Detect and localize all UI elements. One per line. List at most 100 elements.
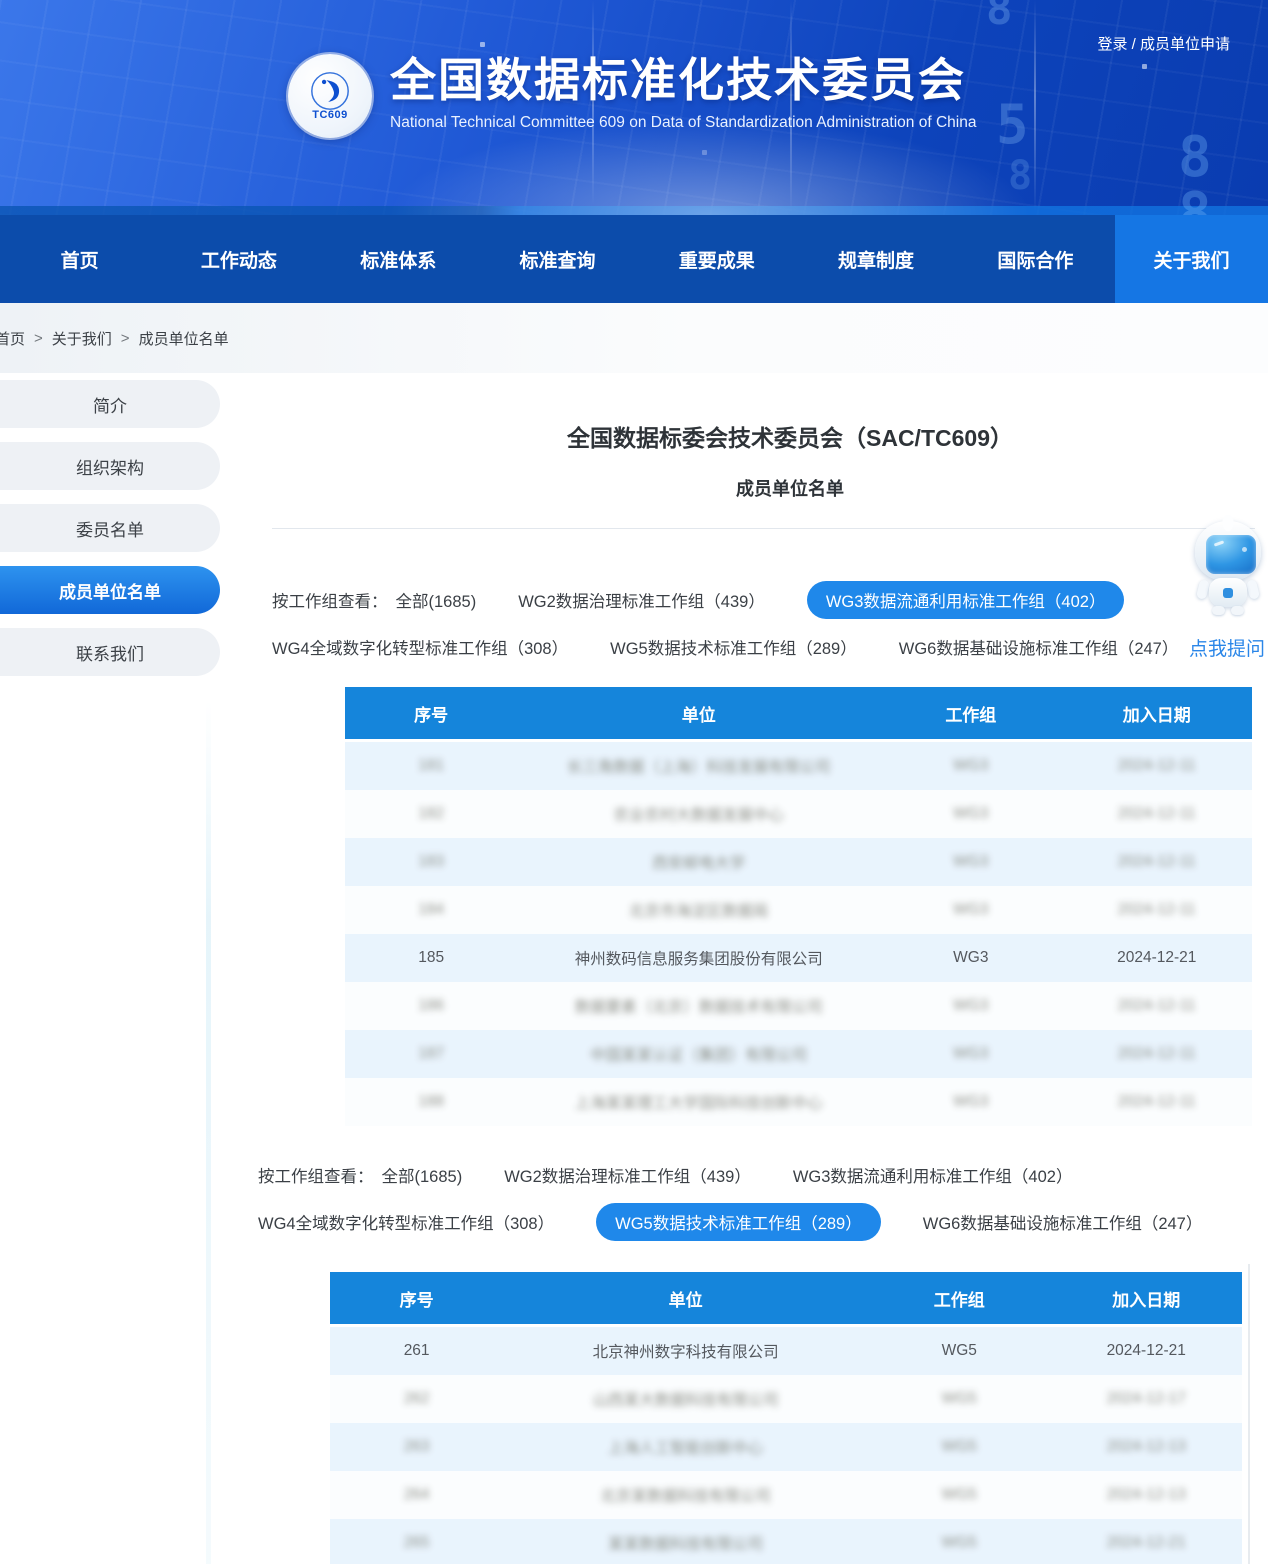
filter-option[interactable]: 全部(1685)	[396, 588, 477, 612]
assistant-robot[interactable]	[1192, 514, 1264, 616]
cell-date: 2024-12-11	[1062, 982, 1252, 1030]
robot-foot-icon	[1212, 606, 1225, 615]
nav-item-6[interactable]: 国际合作	[956, 215, 1115, 303]
cell-no: 185	[345, 934, 517, 982]
table-row: 188上海某某理工大学国际科技创新中心WG32024-12-11	[345, 1078, 1252, 1126]
cell-unit: 数据要素（北京）数据技术有限公司	[517, 982, 880, 1030]
cell-group: WG3	[880, 886, 1061, 934]
banner-bottom-strip	[0, 206, 1268, 215]
nav-item-4[interactable]: 重要成果	[637, 215, 796, 303]
cell-date: 2024-12-11	[1062, 790, 1252, 838]
table-right-border	[1248, 1264, 1250, 1564]
sidebar-item-4[interactable]: 联系我们	[0, 628, 220, 676]
site-brand[interactable]: TC609 全国数据标准化技术委员会 National Technical Co…	[288, 54, 976, 138]
breadcrumb-separator: >	[34, 330, 43, 347]
table-row: 264北京某数据科技有限公司WG52024-12-13	[330, 1471, 1242, 1519]
cell-date: 2024-12-21	[1050, 1519, 1242, 1564]
banner-decor-digit: 8 8	[1178, 130, 1268, 215]
cell-group: WG5	[868, 1471, 1050, 1519]
cell-unit: 上海某某理工大学国际科技创新中心	[517, 1078, 880, 1126]
tc609-logo: TC609	[288, 54, 372, 138]
robot-arm-icon	[1196, 579, 1210, 600]
breadcrumb-item-1[interactable]: 关于我们	[52, 328, 112, 349]
banner-decor-dot	[480, 42, 485, 47]
filter-option-active[interactable]: WG3数据流通利用标准工作组（402）	[807, 581, 1125, 619]
cell-date: 2024-12-17	[1050, 1375, 1242, 1423]
nav-item-5[interactable]: 规章制度	[796, 215, 955, 303]
workgroup-filter-2: 按工作组查看：全部(1685)WG2数据治理标准工作组（439）WG3数据流通利…	[258, 1158, 1202, 1239]
breadcrumb-item-2: 成员单位名单	[139, 328, 229, 349]
banner-decor-digit: 5	[996, 98, 1029, 152]
banner-decor-digit: 8	[1008, 156, 1032, 196]
cell-unit: 北京某数据科技有限公司	[503, 1471, 868, 1519]
table-row: 185神州数码信息服务集团股份有限公司WG32024-12-21	[345, 934, 1252, 982]
table-row: 186数据要素（北京）数据技术有限公司WG32024-12-11	[345, 982, 1252, 1030]
logo-emblem-icon	[307, 71, 353, 111]
sidebar-decor-strip	[206, 700, 211, 1564]
site-subtitle-en: National Technical Committee 609 on Data…	[390, 114, 976, 132]
assistant-label[interactable]: 点我提问	[1172, 634, 1268, 661]
nav-item-7[interactable]: 关于我们	[1115, 215, 1268, 303]
cell-date: 2024-12-11	[1062, 1030, 1252, 1078]
cell-date: 2024-12-21	[1062, 934, 1252, 982]
sidebar-item-2[interactable]: 委员名单	[0, 504, 220, 552]
filter-line: WG4全域数字化转型标准工作组（308） WG5数据技术标准工作组（289） WG6…	[258, 1205, 1202, 1239]
sidebar-item-3[interactable]: 成员单位名单	[0, 566, 220, 614]
cell-group: WG3	[880, 742, 1061, 790]
cell-unit: 西安邮电大学	[517, 838, 880, 886]
filter-option[interactable]: WG6数据基础设施标准工作组（247）	[899, 635, 1179, 659]
cell-group: WG3	[880, 790, 1061, 838]
filter-line: WG4全域数字化转型标准工作组（308） WG5数据技术标准工作组（289） WG6…	[272, 630, 1178, 664]
filter-option[interactable]: 全部(1685)	[382, 1163, 463, 1187]
page-subtitle: 成员单位名单	[270, 475, 1268, 501]
cell-unit: 长三角数据（上海）科技发展有限公司	[517, 742, 880, 790]
cell-unit: 北京市海淀区数据局	[517, 886, 880, 934]
table-row: 182农业农村大数据发展中心WG32024-12-11	[345, 790, 1252, 838]
cell-group: WG3	[880, 838, 1061, 886]
cell-no: 265	[330, 1519, 503, 1564]
login-link[interactable]: 登录 / 成员单位申请	[1097, 33, 1230, 54]
page-title: 全国数据标委会技术委员会（SAC/TC609）	[270, 419, 1268, 453]
filter-option[interactable]: WG2数据治理标准工作组（439）	[518, 588, 765, 612]
cell-no: 263	[330, 1423, 503, 1471]
member-table-2: 序号单位工作组加入日期261北京神州数字科技有限公司WG52024-12-212…	[330, 1272, 1242, 1564]
cell-group: WG5	[868, 1423, 1050, 1471]
cell-unit: 某某数据科技有限公司	[503, 1519, 868, 1564]
filter-option[interactable]: WG2数据治理标准工作组（439）	[504, 1163, 751, 1187]
cell-no: 186	[345, 982, 517, 1030]
filter-option[interactable]: WG6数据基础设施标准工作组（247）	[923, 1210, 1203, 1234]
table-row: 181长三角数据（上海）科技发展有限公司WG32024-12-11	[345, 742, 1252, 790]
cell-group: WG3	[880, 934, 1061, 982]
banner-decor-dot	[702, 150, 707, 155]
cell-no: 183	[345, 838, 517, 886]
cell-no: 182	[345, 790, 517, 838]
cell-unit: 北京神州数字科技有限公司	[503, 1327, 868, 1375]
nav-item-0[interactable]: 首页	[0, 215, 159, 303]
cell-no: 264	[330, 1471, 503, 1519]
sidebar-item-0[interactable]: 简介	[0, 380, 220, 428]
banner-decor-dot	[1142, 64, 1147, 69]
sidebar-item-1[interactable]: 组织架构	[0, 442, 220, 490]
cell-group: WG3	[880, 982, 1061, 1030]
filter-option[interactable]: WG4全域数字化转型标准工作组（308）	[258, 1210, 554, 1234]
cell-date: 2024-12-11	[1062, 886, 1252, 934]
filter-option-active[interactable]: WG5数据技术标准工作组（289）	[596, 1203, 881, 1241]
cell-no: 261	[330, 1327, 503, 1375]
table-row: 187中国某某认证（集团）有限公司WG32024-12-11	[345, 1030, 1252, 1078]
column-header-0: 序号	[345, 687, 517, 739]
filter-option[interactable]: WG5数据技术标准工作组（289）	[610, 635, 857, 659]
column-header-2: 工作组	[880, 687, 1061, 739]
breadcrumb-item-0[interactable]: 首页	[0, 328, 25, 349]
cell-unit: 山西某大数据科技有限公司	[503, 1375, 868, 1423]
nav-item-2[interactable]: 标准体系	[319, 215, 478, 303]
nav-item-3[interactable]: 标准查询	[478, 215, 637, 303]
robot-foot-icon	[1231, 606, 1244, 615]
column-header-2: 工作组	[868, 1272, 1050, 1324]
nav-item-1[interactable]: 工作动态	[159, 215, 318, 303]
filter-option[interactable]: WG4全域数字化转型标准工作组（308）	[272, 635, 568, 659]
filter-option[interactable]: WG3数据流通利用标准工作组（402）	[793, 1163, 1073, 1187]
column-header-3: 加入日期	[1062, 687, 1252, 739]
table-row: 265某某数据科技有限公司WG52024-12-21	[330, 1519, 1242, 1564]
logo-text: TC609	[312, 109, 348, 121]
cell-group: WG5	[868, 1327, 1050, 1375]
